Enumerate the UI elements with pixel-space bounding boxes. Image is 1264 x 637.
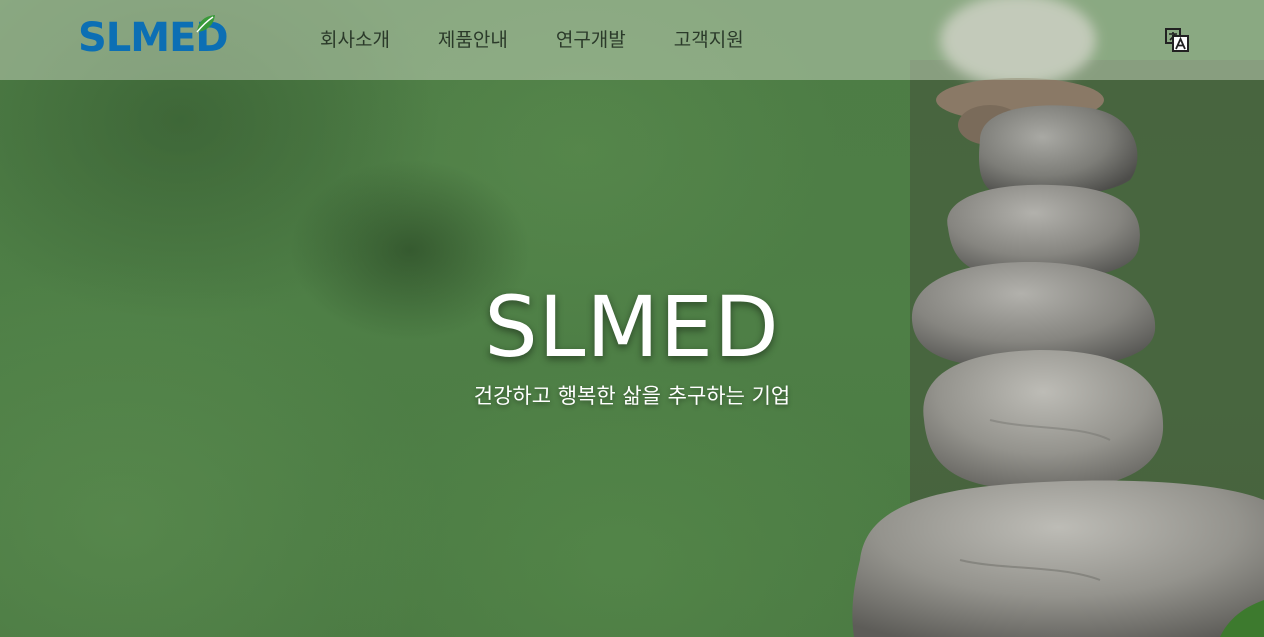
nav-item-research[interactable]: 연구개발	[556, 26, 626, 54]
hero-subtitle: 건강하고 행복한 삶을 추구하는 기업	[473, 384, 791, 408]
slmed-logo[interactable]: SLMED	[78, 12, 244, 64]
translate-icon[interactable]	[1164, 27, 1190, 53]
main-nav: 회사소개 제품안내 연구개발 고객지원	[320, 26, 792, 54]
site-header: SLMED 회사소개 제품안내 연구개발 고객지원	[0, 0, 1264, 80]
nav-item-support[interactable]: 고객지원	[674, 26, 744, 54]
hero-title: SLMED	[484, 278, 780, 376]
hero-banner: SLMED 건강하고 행복한 삶을 추구하는 기업	[0, 0, 1264, 637]
nav-item-products[interactable]: 제품안내	[438, 26, 508, 54]
leaf-icon	[196, 15, 215, 33]
nav-item-company[interactable]: 회사소개	[320, 26, 390, 54]
